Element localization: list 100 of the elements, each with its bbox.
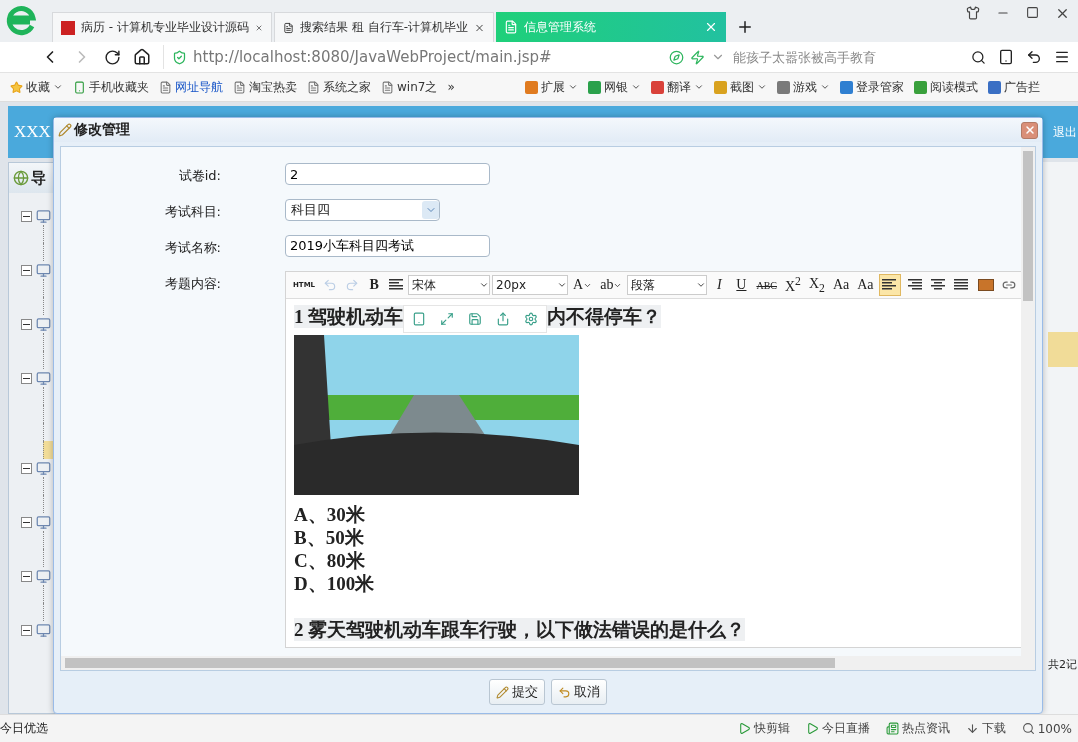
lightning-icon (690, 49, 705, 65)
format-button[interactable]: Aa (829, 274, 853, 296)
bookmark[interactable]: » (447, 80, 455, 94)
align-right-icon (905, 278, 922, 292)
page-icon (233, 80, 246, 94)
toolbar-item[interactable]: 阅读模式 (913, 78, 978, 96)
toolbar-item[interactable]: 截图 (713, 78, 767, 96)
toolbar-item[interactable]: 游戏 (776, 78, 830, 96)
undo-button[interactable] (1026, 49, 1042, 65)
underline-button[interactable]: U (731, 274, 752, 296)
compass-icon (669, 49, 684, 65)
expand-icon[interactable] (440, 312, 455, 326)
reload-button[interactable] (104, 48, 121, 66)
align-left-icon (881, 278, 898, 292)
toolbar-item[interactable]: 登录管家 (839, 78, 904, 96)
save-icon[interactable] (468, 312, 483, 326)
home-button[interactable] (133, 48, 151, 66)
close-icon (1023, 124, 1036, 136)
bold-button[interactable]: B (364, 274, 385, 296)
computer-icon (36, 514, 51, 530)
star-icon (10, 80, 23, 94)
caret-icon (567, 82, 578, 92)
format-button[interactable]: Aa (854, 274, 877, 296)
toolbar-item[interactable]: 网银 (587, 78, 641, 96)
align-center-icon (929, 278, 946, 292)
link-icon (1001, 278, 1016, 292)
bookmark[interactable]: 收藏 (10, 78, 63, 96)
format-button[interactable]: X$^{2}$ (781, 274, 804, 296)
close-button[interactable] (1055, 6, 1070, 21)
computer-icon (36, 208, 51, 224)
input-field[interactable]: 2019小车科目四考试 (285, 235, 490, 257)
toolbar-item[interactable]: 广告拦 (987, 78, 1040, 96)
download-icon (965, 722, 979, 735)
vertical-scrollbar[interactable] (1021, 147, 1035, 656)
strikethrough-button[interactable]: ABC (753, 274, 780, 296)
tablet-icon[interactable] (412, 312, 427, 326)
nav-title: 导 (31, 168, 46, 188)
input-field[interactable]: 2 (285, 163, 490, 185)
editor-text: D、100米 (294, 572, 375, 595)
cancel-button[interactable]: 取消 (551, 679, 607, 705)
toolbar-item[interactable]: 翻译 (650, 78, 704, 96)
computer-icon (36, 316, 51, 332)
font-select[interactable]: 20px (492, 275, 569, 295)
font-select[interactable]: 宋体 (408, 275, 491, 295)
undo-icon (323, 278, 338, 292)
browser-logo (4, 4, 38, 38)
dialog-title: 修改管理 (74, 121, 131, 139)
bookmark[interactable]: win7之 (381, 78, 438, 96)
status-item[interactable]: 快剪辑 (737, 720, 790, 737)
editor-text: C、80米 (294, 549, 365, 572)
settings-icon[interactable] (524, 312, 539, 326)
status-item[interactable]: 100% (1021, 721, 1072, 736)
horizontal-scrollbar[interactable] (61, 656, 1035, 670)
new-tab-button[interactable] (736, 18, 754, 36)
page-icon (381, 80, 394, 94)
color-button[interactable]: A (570, 274, 596, 296)
font-select[interactable]: 段落 (627, 275, 708, 295)
select-field[interactable]: 科目四 (285, 199, 440, 221)
url-text[interactable]: http://localhost:8080/JavaWebProject/main.jsp# (193, 48, 663, 66)
computer-icon (36, 568, 51, 584)
device-button[interactable] (998, 49, 1014, 65)
close-button[interactable] (1021, 121, 1038, 139)
caret-icon (630, 82, 641, 92)
globe-icon (13, 170, 29, 186)
field-label: 试卷id: (177, 167, 221, 185)
question-text: 内不得停车？ (547, 305, 662, 328)
status-item[interactable]: 下载 (965, 720, 1006, 737)
search-button[interactable] (971, 49, 986, 65)
bookmark[interactable]: 手机收藏夹 (73, 78, 149, 96)
status-item[interactable]: 热点资讯 (885, 720, 950, 737)
share-icon[interactable] (496, 312, 511, 326)
bookmark[interactable]: 网址导航 (159, 78, 223, 96)
caret-icon (693, 82, 704, 92)
favicon (61, 20, 75, 35)
color-button[interactable]: ab (597, 274, 626, 296)
maximize-button[interactable] (1026, 6, 1039, 19)
close-tab-button[interactable] (704, 20, 718, 34)
redo-icon (345, 278, 360, 292)
page-icon (283, 20, 294, 35)
bookmark[interactable]: 淘宝热卖 (233, 78, 297, 96)
menu-button[interactable] (1054, 49, 1070, 65)
italic-button[interactable]: I (709, 274, 730, 296)
browser-tab[interactable]: 病历 - 计算机专业毕业设计源码 (52, 12, 272, 42)
newspaper-icon (885, 722, 899, 735)
field-label: 考试科目: (163, 203, 221, 221)
status-item[interactable]: 今日直播 (805, 720, 870, 737)
skin-icon[interactable] (966, 6, 980, 20)
pencil-icon (58, 123, 72, 137)
submit-button[interactable]: 提交 (489, 679, 545, 705)
format-button[interactable]: X$_{2}$ (805, 274, 828, 296)
page-icon (504, 20, 518, 34)
bookmark[interactable]: 系统之家 (307, 78, 371, 96)
browser-tab[interactable]: 搜索结果 租 自行车-计算机毕业 (274, 12, 494, 42)
search-field[interactable]: 能孩子太嚣张被高手教育 (731, 45, 965, 69)
shield-icon (172, 49, 187, 65)
align-left-button[interactable] (878, 274, 901, 296)
toolbar-item[interactable]: 扩展 (524, 78, 578, 96)
caret-icon (819, 82, 830, 92)
field-label: 考题内容: (163, 275, 221, 293)
pencil-icon (496, 685, 509, 699)
